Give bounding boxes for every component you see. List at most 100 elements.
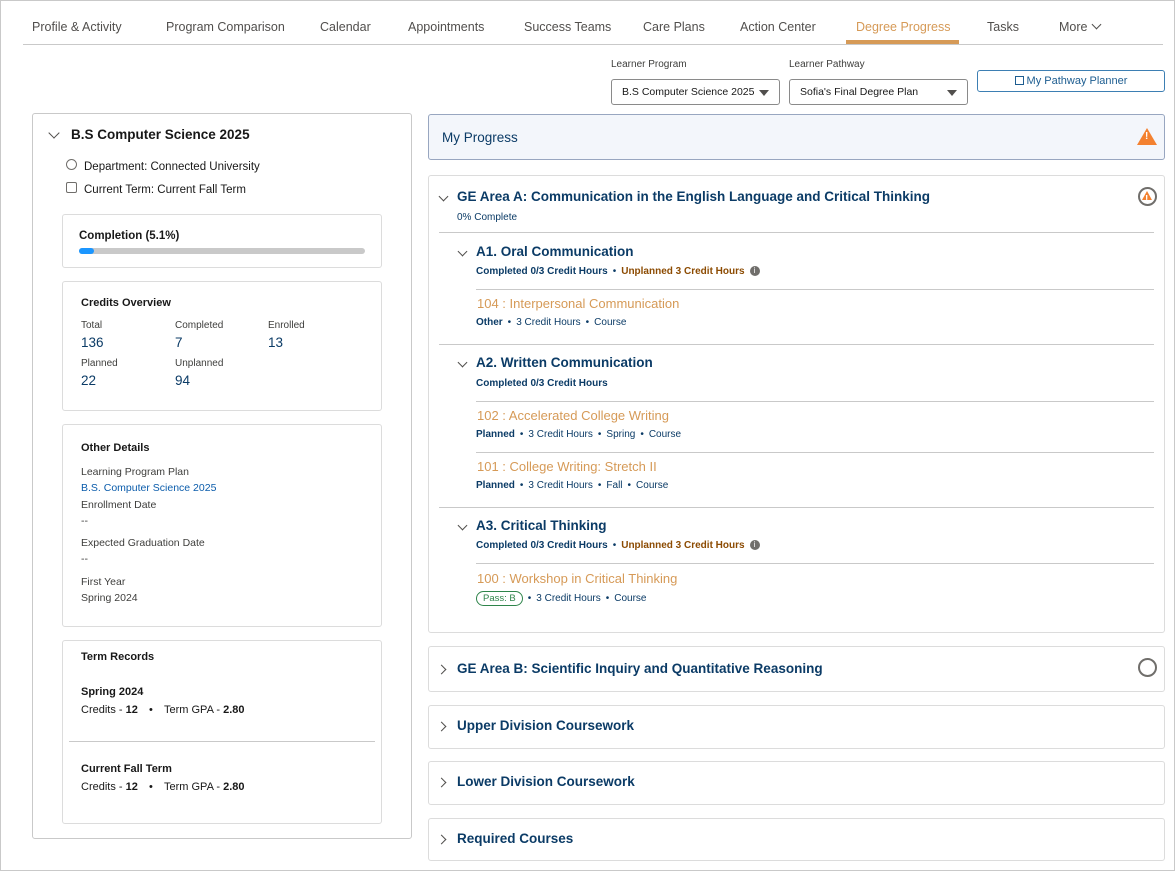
completed-text: Completed 0/3 Credit Hours [476,540,608,551]
course-type: Course [594,317,627,328]
warning-icon [1142,191,1152,205]
course-link-101[interactable]: 101 : College Writing: Stretch II [477,459,657,474]
credits-enrolled-label: Enrolled [268,320,305,331]
credits-completed-value: 7 [175,335,183,350]
group-a2-meta: Completed 0/3 Credit Hours [476,378,608,389]
tab-action-center[interactable]: Action Center [740,20,816,34]
group-a2-title[interactable]: A2. Written Communication [476,355,653,370]
learner-program-value: B.S Computer Science 2025 [622,86,755,98]
info-icon[interactable]: i [749,266,760,277]
course-status: Planned [476,480,515,491]
first-year-value: Spring 2024 [81,592,138,604]
completion-progress-fill [79,248,94,254]
term-credits-value: 12 [125,704,138,716]
term-credits: Credits - 12 [81,704,138,716]
course-type: Course [648,429,682,440]
tab-profile-activity[interactable]: Profile & Activity [32,20,122,34]
tab-tasks[interactable]: Tasks [987,20,1019,34]
term-gpa: Term GPA - 2.80 [164,781,245,793]
learner-program-label: Learner Program [611,59,687,70]
course-status: Planned [476,429,515,440]
group-a1-title[interactable]: A1. Oral Communication [476,244,634,259]
course-term: Fall [606,480,623,491]
term-gpa-value: 2.80 [223,704,245,716]
department-icon [66,159,77,170]
course-type: Course [636,480,669,491]
completion-progress-bar [79,248,365,254]
learner-program-select[interactable]: B.S Computer Science 2025 [611,79,780,105]
graduation-date-value: -- [81,553,88,565]
term-credits-label: Credits - [81,781,126,793]
term-records-box [62,640,382,824]
course-term: Spring [606,429,636,440]
my-progress-title: My Progress [442,130,518,145]
group-a3-meta: Completed 0/3 Credit Hours • Unplanned 3 C… [476,540,760,551]
term-gpa-label: Term GPA - [164,781,224,793]
course-link-104[interactable]: 104 : Interpersonal Communication [477,296,679,311]
plan-label: Learning Program Plan [81,466,189,478]
credits-planned-label: Planned [81,358,118,369]
term-divider [69,741,375,742]
ge-area-a-status: 0% Complete [457,212,518,223]
tab-program-comparison[interactable]: Program Comparison [166,20,285,34]
upper-division-title[interactable]: Upper Division Coursework [457,718,634,733]
unplanned-text: Unplanned 3 Credit Hours [621,266,745,277]
tab-appointments[interactable]: Appointments [408,20,484,34]
tab-more[interactable]: More [1059,19,1102,34]
credits-overview-heading: Credits Overview [81,297,171,309]
term-gpa-label: Term GPA - [164,704,224,716]
course-credits: 3 Credit Hours [528,429,593,440]
divider [476,452,1154,453]
course-meta: Pass: B • 3 Credit Hours • Course [476,591,647,606]
ge-area-a-title[interactable]: GE Area A: Communication in the English … [457,189,930,204]
tab-care-plans[interactable]: Care Plans [643,20,705,34]
program-title: B.S Computer Science 2025 [71,127,250,142]
my-pathway-planner-button[interactable]: My Pathway Planner [977,70,1165,92]
bullet-separator: • [149,704,153,716]
course-meta: Planned • 3 Credit Hours • Fall • Course [476,480,669,491]
chevron-down-icon [1092,19,1102,30]
course-meta: Other • 3 Credit Hours • Course [476,317,627,328]
term-records-heading: Term Records [81,651,155,663]
tab-degree-progress[interactable]: Degree Progress [856,20,951,34]
term-name: Spring 2024 [81,686,144,698]
learner-pathway-select[interactable]: Sofia's Final Degree Plan [789,79,968,105]
ge-area-b-title[interactable]: GE Area B: Scientific Inquiry and Quanti… [457,661,823,676]
course-credits: 3 Credit Hours [536,593,601,604]
divider [439,344,1154,345]
term-gpa: Term GPA - 2.80 [164,704,245,716]
term-gpa-value: 2.80 [223,781,245,793]
warning-icon [1137,128,1157,145]
info-icon[interactable]: i [749,540,760,551]
divider [476,563,1154,564]
tab-success-teams[interactable]: Success Teams [524,20,611,34]
credits-completed-label: Completed [175,320,224,331]
current-term-text: Current Term: Current Fall Term [84,184,246,196]
course-link-100[interactable]: 100 : Workshop in Critical Thinking [477,571,677,586]
course-status: Other [476,317,503,328]
unplanned-text: Unplanned 3 Credit Hours [621,540,745,551]
lower-division-title[interactable]: Lower Division Coursework [457,774,635,789]
grade-badge: Pass: B [476,591,523,606]
tab-calendar[interactable]: Calendar [320,20,371,34]
course-credits: 3 Credit Hours [516,317,581,328]
credits-enrolled-value: 13 [268,335,284,350]
plan-link[interactable]: B.S. Computer Science 2025 [81,482,216,494]
course-link-102[interactable]: 102 : Accelerated College Writing [477,408,669,423]
tab-more-label: More [1059,20,1088,34]
external-link-icon [1014,76,1024,85]
course-credits: 3 Credit Hours [528,480,593,491]
completed-text: Completed 0/3 Credit Hours [476,378,608,389]
my-progress-header [428,114,1165,160]
group-a3-title[interactable]: A3. Critical Thinking [476,518,607,533]
term-credits: Credits - 12 [81,781,138,793]
term-icon [66,182,77,193]
required-courses-title[interactable]: Required Courses [457,831,573,846]
enrollment-date-value: -- [81,515,88,527]
dropdown-arrow-icon [759,90,769,96]
course-meta: Planned • 3 Credit Hours • Spring • Course [476,429,682,440]
term-credits-value: 12 [125,781,138,793]
completion-label: Completion (5.1%) [79,230,180,242]
learner-pathway-label: Learner Pathway [789,59,865,70]
divider [476,289,1154,290]
